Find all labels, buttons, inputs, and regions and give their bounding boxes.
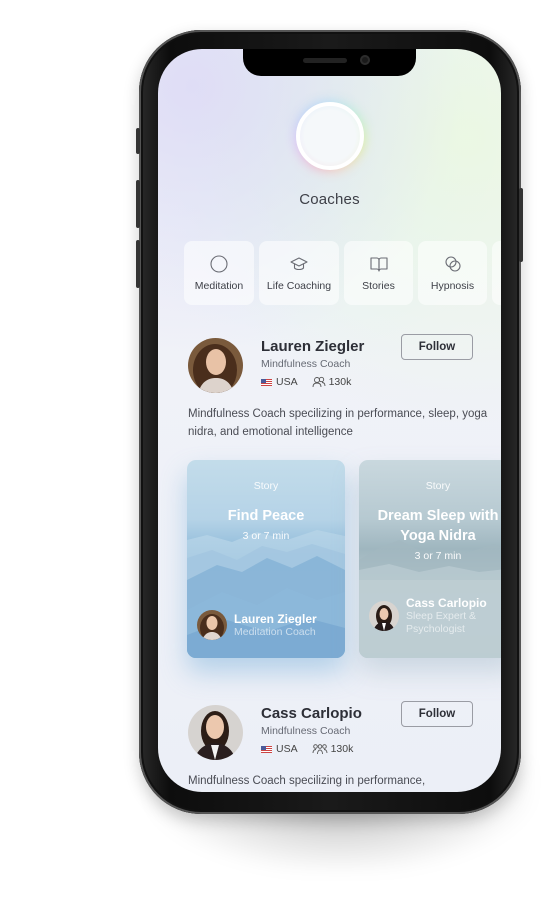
followers-count: 130k	[330, 743, 354, 755]
follow-button[interactable]: Follow	[401, 701, 473, 727]
volume-down-button	[136, 240, 140, 288]
coach-name[interactable]: Lauren Ziegler	[261, 338, 364, 355]
author-avatar	[369, 601, 399, 631]
followers: 130k	[312, 743, 354, 755]
category-life-coaching[interactable]: Life Coaching	[259, 241, 339, 305]
followers-count: 130k	[328, 376, 352, 388]
graduation-cap-icon	[290, 257, 308, 271]
coach-meta: USA 130k	[261, 743, 353, 755]
us-flag-icon	[261, 378, 272, 386]
category-hypnosis[interactable]: Hypnosis	[418, 241, 487, 305]
author-name: Lauren Ziegler	[234, 611, 317, 626]
coach-country: USA	[276, 376, 298, 388]
stories-carousel[interactable]: Story Find Peace 3 or 7 min Lauren Ziegl…	[187, 460, 501, 658]
coach-country: USA	[276, 743, 298, 755]
coach-bio: Mindfulness Coach specilizing in perform…	[188, 775, 426, 787]
category-label: Meditation	[194, 280, 244, 292]
story-type: Story	[425, 480, 451, 492]
story-title-line1: Dream Sleep with	[377, 508, 499, 524]
follow-button[interactable]: Follow	[401, 334, 473, 360]
category-more[interactable]	[492, 241, 501, 305]
speaker-grille	[303, 58, 347, 63]
story-card[interactable]: Story Dream Sleep with Yoga Nidra 3 or 7…	[359, 460, 501, 658]
page-title: Coaches	[299, 191, 360, 208]
category-label: Stories	[362, 280, 395, 292]
avatar[interactable]	[188, 705, 243, 760]
app-screen: Coaches Meditation Life Coaching Stories	[158, 49, 501, 792]
category-bar: Meditation Life Coaching Stories Hypnosi…	[184, 241, 501, 305]
overlapping-circles-icon	[444, 256, 461, 272]
mute-switch	[136, 128, 140, 154]
story-author: Cass Carlopio Sleep Expert & Psychologis…	[369, 596, 487, 636]
story-type: Story	[253, 480, 279, 492]
followers: 130k	[312, 376, 352, 388]
front-camera	[360, 55, 370, 65]
logo-ring-icon	[296, 102, 364, 170]
story-duration: 3 or 7 min	[414, 550, 462, 562]
coach-role: Mindfulness Coach	[261, 358, 351, 370]
category-label: Hypnosis	[430, 280, 475, 292]
category-meditation[interactable]: Meditation	[184, 241, 254, 305]
author-name: Cass Carlopio	[406, 596, 487, 610]
book-icon	[369, 257, 388, 272]
us-flag-icon	[261, 745, 272, 753]
author-role: Meditation Coach	[234, 625, 316, 638]
category-label: Life Coaching	[266, 280, 332, 292]
power-button	[519, 188, 523, 262]
story-title-line2: Yoga Nidra	[400, 528, 476, 544]
volume-up-button	[136, 180, 140, 228]
author-role-line2: Psychologist	[406, 623, 465, 635]
story-duration: 3 or 7 min	[242, 530, 290, 542]
story-author: Lauren Ziegler Meditation Coach	[197, 610, 317, 640]
category-stories[interactable]: Stories	[344, 241, 413, 305]
coach-bio: Mindfulness Coach specilizing in perform…	[188, 408, 488, 438]
avatar[interactable]	[188, 338, 243, 393]
coach-meta: USA 130k	[261, 376, 351, 388]
circle-icon	[210, 255, 228, 273]
users-icon	[312, 376, 326, 388]
author-role-line1: Sleep Expert &	[406, 610, 477, 622]
coach-role: Mindfulness Coach	[261, 725, 351, 737]
group-icon	[312, 744, 328, 755]
author-avatar	[197, 610, 227, 640]
coach-name[interactable]: Cass Carlopio	[261, 705, 362, 722]
story-title: Find Peace	[227, 508, 305, 524]
story-card[interactable]: Story Find Peace 3 or 7 min Lauren Ziegl…	[187, 460, 345, 658]
